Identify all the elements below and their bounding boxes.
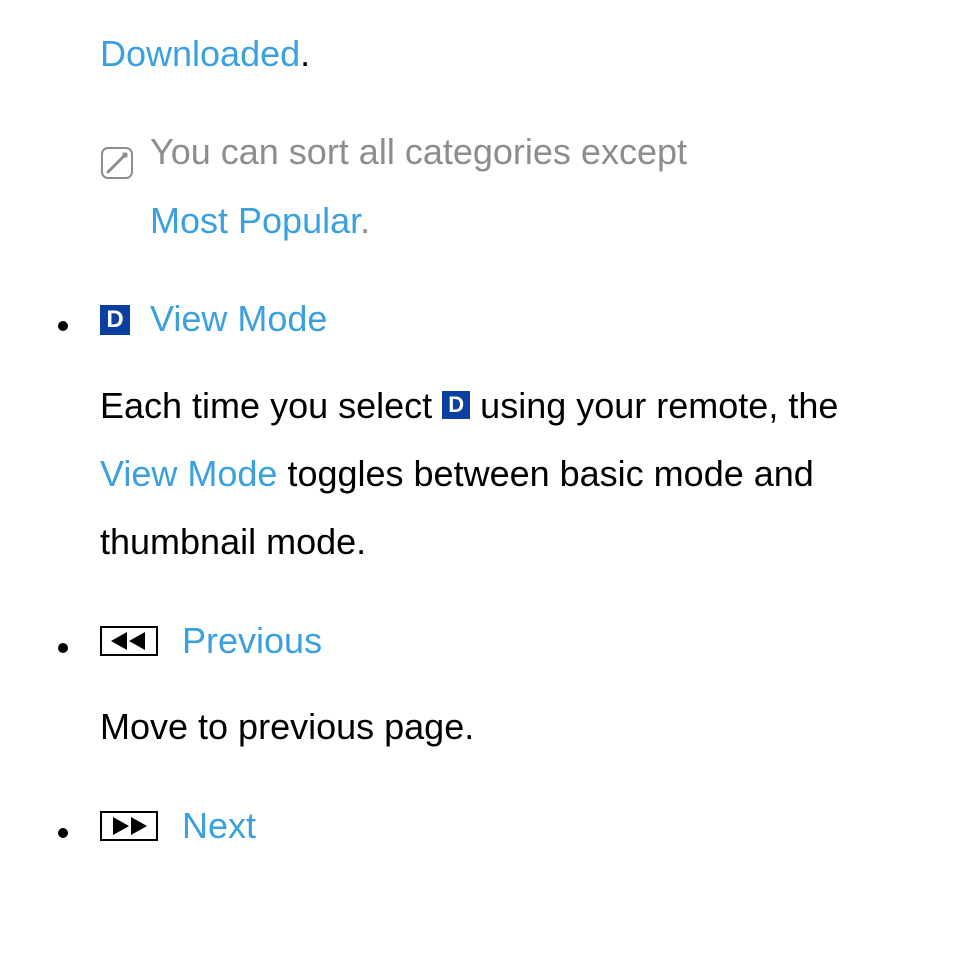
- note-text: You can sort all categories except Most …: [150, 118, 687, 255]
- previous-title-line: Previous: [100, 607, 322, 675]
- bullet-dot: [40, 643, 100, 653]
- most-popular-link: Most Popular: [150, 200, 360, 241]
- document-page: Downloaded. You can sort all categories …: [0, 0, 954, 880]
- view-mode-body: Each time you select D using your remote…: [100, 372, 914, 577]
- note-icon: [100, 134, 134, 202]
- view-mode-title-line: D View Mode: [100, 285, 327, 353]
- bullet-dot: [40, 828, 100, 838]
- note-period: .: [360, 200, 370, 241]
- d-button-icon: D: [100, 305, 130, 335]
- bullet-view-mode: D View Mode: [40, 285, 914, 353]
- previous-title: Previous: [182, 620, 322, 661]
- downloaded-period: .: [300, 33, 310, 74]
- d-button-icon-inline: D: [442, 391, 470, 419]
- note-block: You can sort all categories except Most …: [100, 118, 914, 255]
- view-mode-title: View Mode: [150, 298, 327, 339]
- bullet-dot: [40, 321, 100, 331]
- note-text-before: You can sort all categories except: [150, 131, 687, 172]
- downloaded-line: Downloaded.: [100, 20, 914, 88]
- fast-forward-icon: [100, 811, 158, 841]
- downloaded-link: Downloaded: [100, 33, 300, 74]
- vm-body-1: Each time you select: [100, 385, 442, 426]
- previous-body-text: Move to previous page.: [100, 706, 474, 747]
- view-mode-inline: View Mode: [100, 453, 277, 494]
- previous-body: Move to previous page.: [100, 693, 914, 761]
- note-icon-cell: [100, 118, 150, 255]
- rewind-icon: [100, 626, 158, 656]
- vm-body-2: using your remote, the: [470, 385, 838, 426]
- bullet-next: Next: [40, 792, 914, 860]
- bullet-previous: Previous: [40, 607, 914, 675]
- next-title-line: Next: [100, 792, 256, 860]
- next-title: Next: [182, 805, 256, 846]
